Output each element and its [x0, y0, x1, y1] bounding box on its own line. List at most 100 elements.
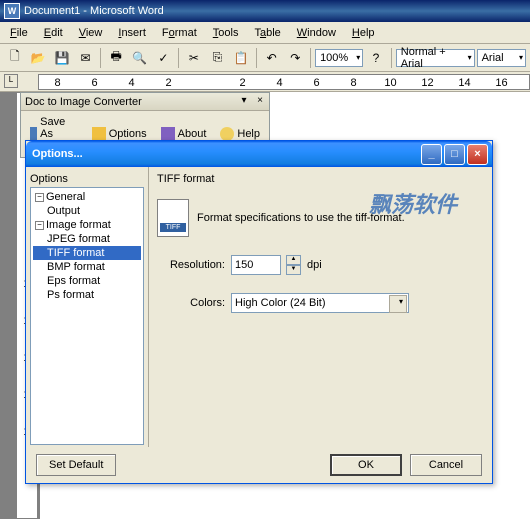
tree-item-bmp[interactable]: BMP format — [33, 260, 141, 274]
copy-icon[interactable]: ⎘ — [207, 47, 229, 69]
new-doc-icon[interactable]: 🗋 — [4, 47, 26, 69]
app-title: Document1 - Microsoft Word — [24, 5, 164, 17]
options-icon — [92, 127, 106, 141]
ruler-tick: 8 — [39, 75, 76, 89]
options-dialog: Options... _ □ × Options −General Output… — [25, 140, 493, 484]
resolution-label: Resolution: — [157, 259, 225, 271]
ruler-horizontal-area: L 8642246810121416 — [0, 72, 530, 92]
menu-format[interactable]: Format — [154, 24, 205, 42]
options-group-label: Options — [30, 171, 144, 187]
separator — [100, 48, 101, 68]
colors-label: Colors: — [157, 297, 225, 309]
label: JPEG format — [47, 233, 110, 245]
tree-item-ps[interactable]: Ps format — [33, 288, 141, 302]
set-default-button[interactable]: Set Default — [36, 454, 116, 476]
cut-icon[interactable]: ✂ — [183, 47, 205, 69]
converter-title: Doc to Image Converter — [25, 96, 142, 108]
label: Output — [47, 205, 80, 217]
style-combo[interactable]: Normal + Arial — [396, 49, 475, 67]
preview-icon[interactable]: 🔍 — [129, 47, 151, 69]
ruler-tick — [187, 75, 224, 89]
spell-icon[interactable]: ✓ — [153, 47, 175, 69]
save-icon[interactable]: 💾 — [51, 47, 73, 69]
menu-window[interactable]: Window — [289, 24, 344, 42]
tree-item-output[interactable]: Output — [33, 204, 141, 218]
separator — [256, 48, 257, 68]
collapse-icon[interactable]: − — [35, 193, 44, 202]
font-combo[interactable]: Arial — [477, 49, 526, 67]
dialog-title: Options... — [32, 148, 83, 160]
ruler-tick: 14 — [446, 75, 483, 89]
options-tree[interactable]: −General Output −Image format JPEG forma… — [30, 187, 144, 445]
spin-up-icon[interactable]: ▲ — [286, 255, 301, 265]
word-icon: W — [4, 3, 20, 19]
tree-item-eps[interactable]: Eps format — [33, 274, 141, 288]
menu-table[interactable]: Table — [246, 24, 288, 42]
separator — [310, 48, 311, 68]
minimize-button[interactable]: _ — [421, 144, 442, 165]
menu-bar: File Edit View Insert Format Tools Table… — [0, 22, 530, 44]
menu-file[interactable]: File — [2, 24, 36, 42]
spin-down-icon[interactable]: ▼ — [286, 265, 301, 275]
label: Ps format — [47, 289, 94, 301]
ok-button[interactable]: OK — [330, 454, 402, 476]
close-icon[interactable]: × — [253, 95, 267, 109]
resolution-unit: dpi — [307, 259, 322, 271]
label: BMP format — [47, 261, 105, 273]
ruler-tick: 10 — [372, 75, 409, 89]
help-icon[interactable]: ? — [365, 47, 387, 69]
close-button[interactable]: × — [467, 144, 488, 165]
dropdown-icon[interactable]: ▾ — [237, 95, 251, 109]
converter-title-bar[interactable]: Doc to Image Converter ▾ × — [21, 93, 269, 111]
tree-item-general[interactable]: −General — [33, 190, 141, 204]
label: About — [178, 128, 207, 140]
ruler-tick: 4 — [113, 75, 150, 89]
label: General — [46, 191, 85, 203]
tree-item-tiff[interactable]: TIFF format — [33, 246, 141, 260]
separator — [178, 48, 179, 68]
tree-item-jpeg[interactable]: JPEG format — [33, 232, 141, 246]
save-icon — [30, 127, 37, 141]
standard-toolbar: 🗋 📂 💾 ✉ 🖶 🔍 ✓ ✂ ⎘ 📋 ↶ ↷ 100% ? Normal + … — [0, 44, 530, 72]
ruler-tick: 16 — [483, 75, 520, 89]
tiff-file-icon — [157, 199, 189, 237]
tree-item-image-format[interactable]: −Image format — [33, 218, 141, 232]
ruler-tick: 8 — [335, 75, 372, 89]
about-icon — [161, 127, 175, 141]
mail-icon[interactable]: ✉ — [75, 47, 97, 69]
paste-icon[interactable]: 📋 — [230, 47, 252, 69]
label: TIFF format — [47, 247, 104, 259]
colors-combo[interactable]: High Color (24 Bit) — [231, 293, 409, 313]
app-title-bar: W Document1 - Microsoft Word — [0, 0, 530, 22]
separator — [391, 48, 392, 68]
resolution-input[interactable]: 150 — [231, 255, 281, 275]
ruler-tick: 2 — [150, 75, 187, 89]
ruler-horizontal[interactable]: 8642246810121416 — [38, 74, 530, 90]
format-group-label: TIFF format — [157, 171, 484, 187]
resolution-spinner[interactable]: ▲▼ — [286, 255, 301, 275]
menu-view[interactable]: View — [71, 24, 111, 42]
open-icon[interactable]: 📂 — [28, 47, 50, 69]
menu-help[interactable]: Help — [344, 24, 383, 42]
cancel-button[interactable]: Cancel — [410, 454, 482, 476]
label: Image format — [46, 219, 111, 231]
maximize-button[interactable]: □ — [444, 144, 465, 165]
collapse-icon[interactable]: − — [35, 221, 44, 230]
zoom-combo[interactable]: 100% — [315, 49, 363, 67]
ruler-tick: 4 — [261, 75, 298, 89]
help-icon — [220, 127, 234, 141]
menu-tools[interactable]: Tools — [205, 24, 247, 42]
redo-icon[interactable]: ↷ — [284, 47, 306, 69]
label: Help — [237, 128, 260, 140]
menu-insert[interactable]: Insert — [110, 24, 154, 42]
dialog-title-bar[interactable]: Options... _ □ × — [26, 141, 492, 167]
print-icon[interactable]: 🖶 — [105, 47, 127, 69]
watermark-text: 飘荡软件 — [369, 187, 457, 219]
label: Eps format — [47, 275, 100, 287]
ruler-tick: 2 — [224, 75, 261, 89]
label: Options — [109, 128, 147, 140]
undo-icon[interactable]: ↶ — [261, 47, 283, 69]
ruler-tick: 6 — [76, 75, 113, 89]
dialog-footer: Set Default OK Cancel — [26, 447, 492, 483]
menu-edit[interactable]: Edit — [36, 24, 71, 42]
